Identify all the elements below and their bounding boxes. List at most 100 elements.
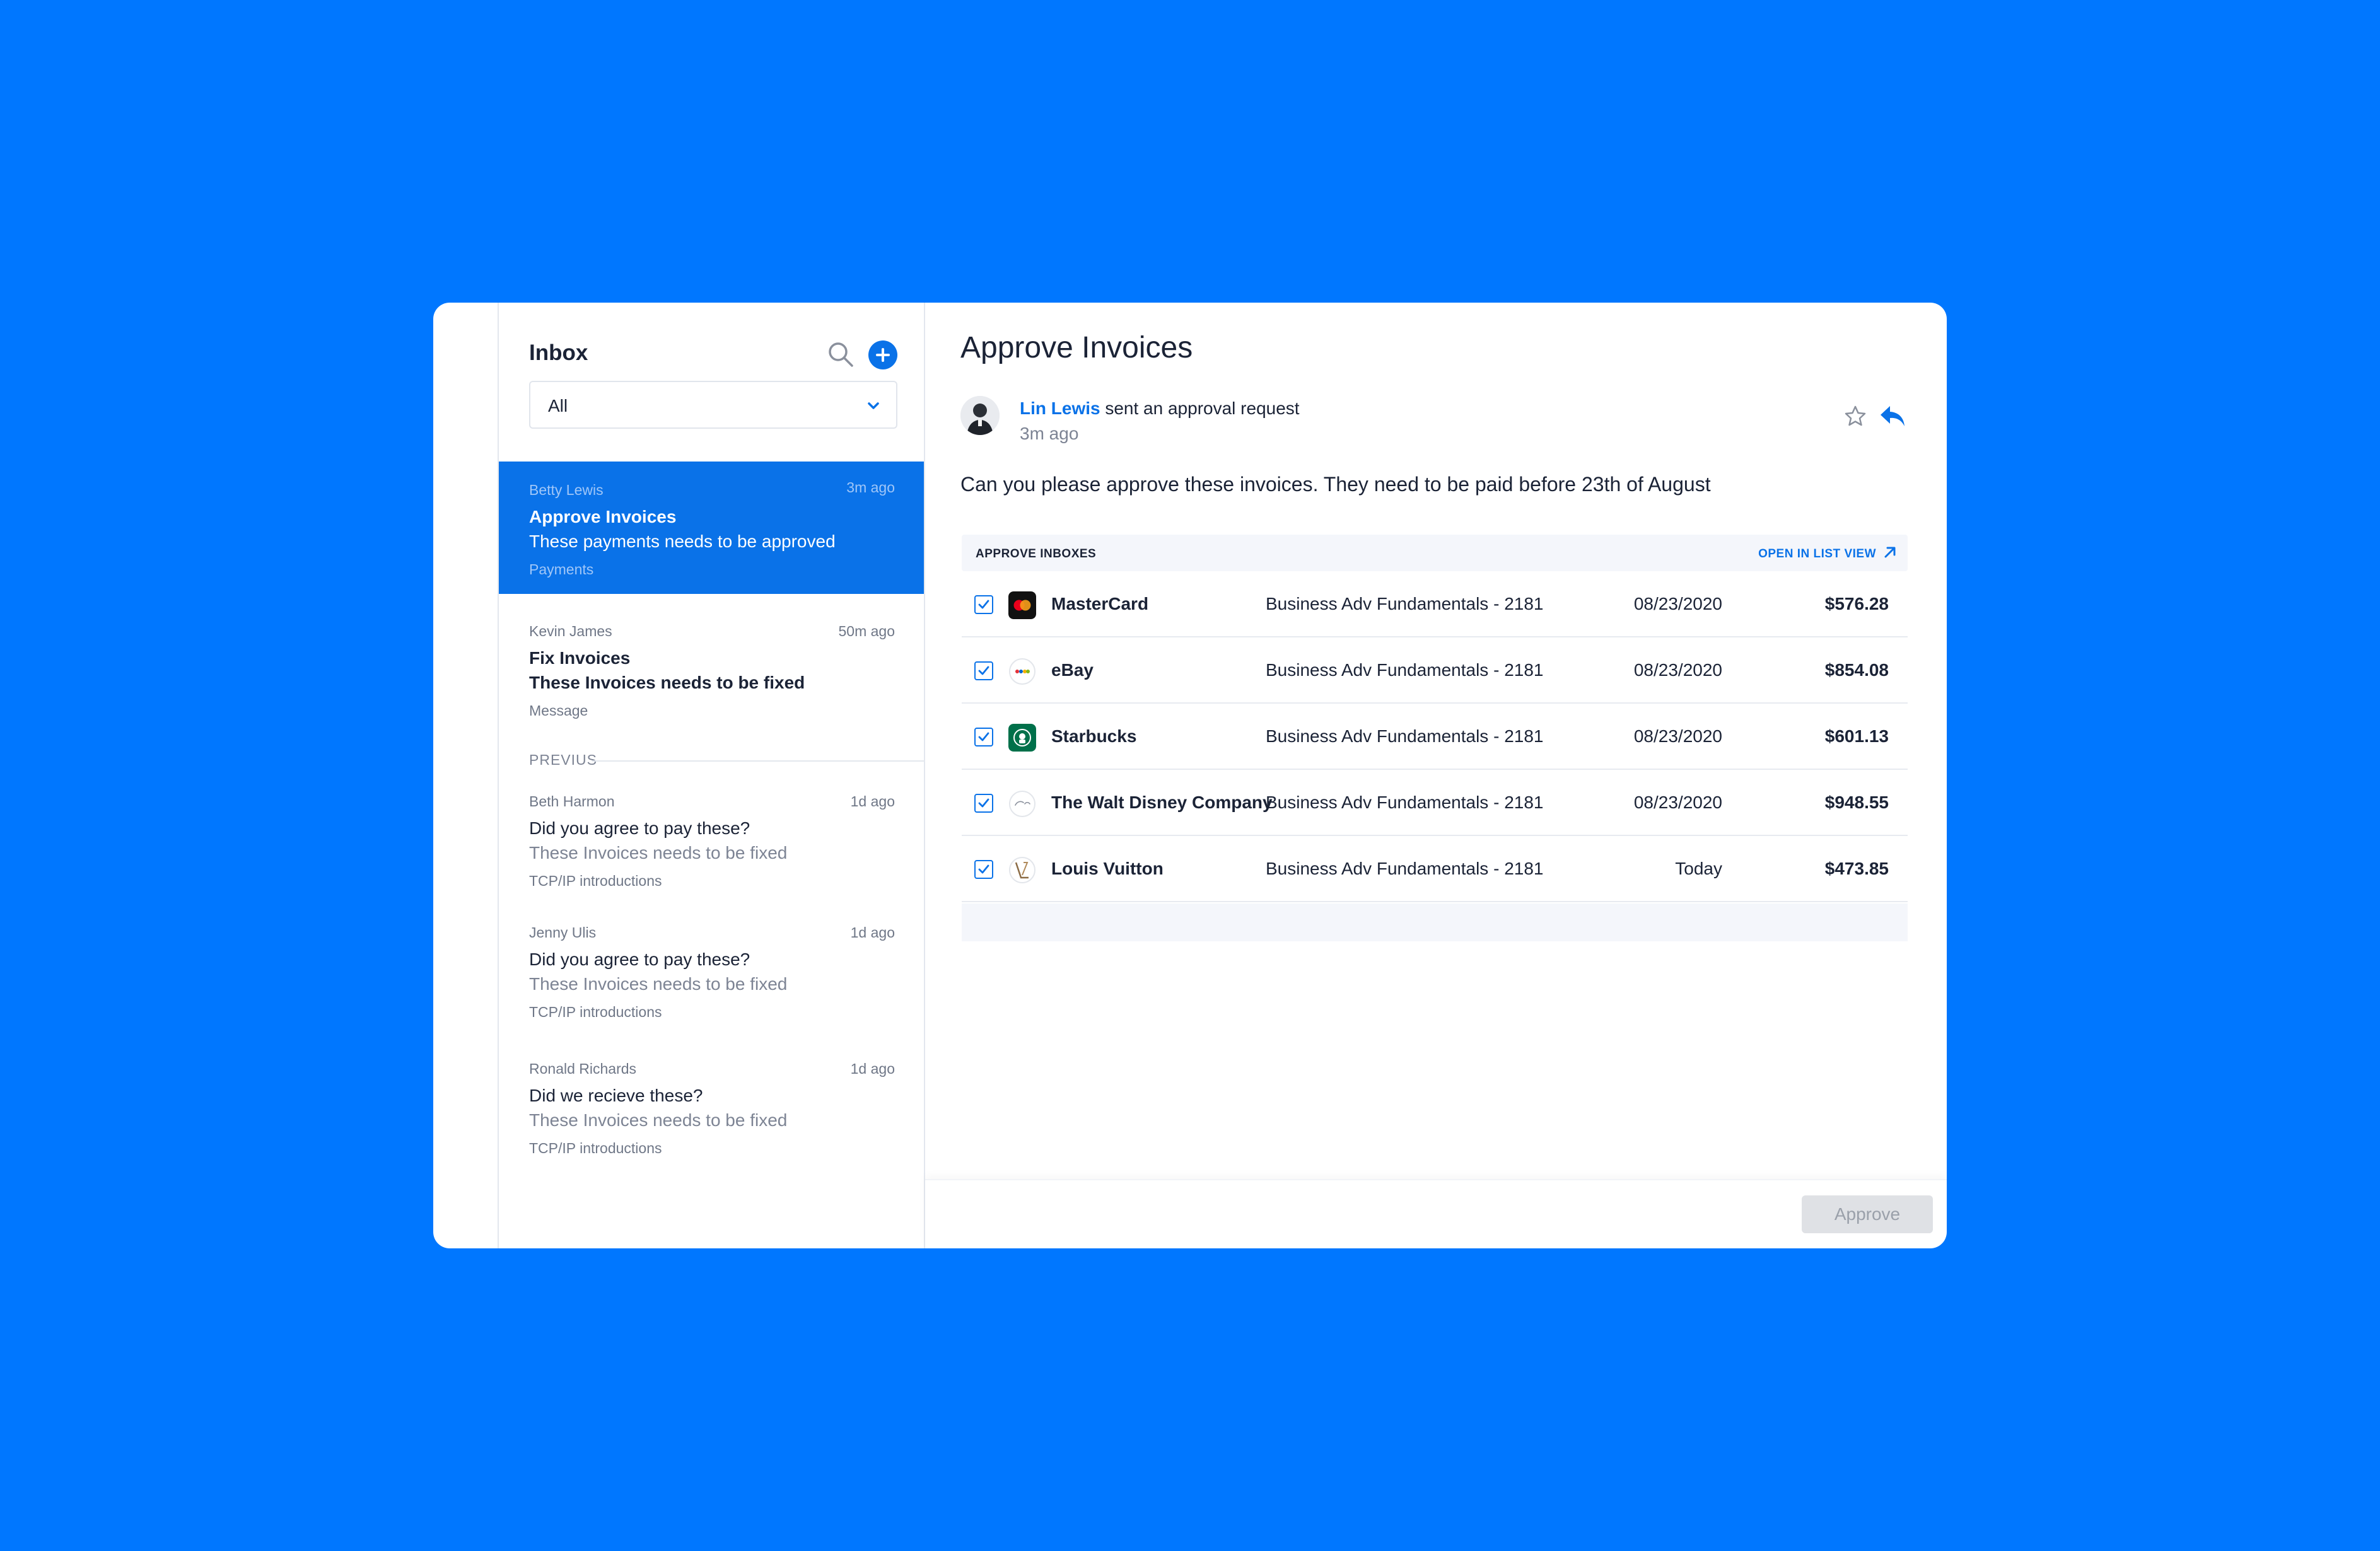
vendor-name: Starbucks [1051,726,1137,746]
message-item-jenny-ulis[interactable]: Jenny Ulis 1d ago Did you agree to pay t… [499,908,924,1044]
message-subject: Approve Invoices [529,507,677,526]
mastercard-logo-icon [1008,591,1036,619]
invoice-row-mastercard[interactable]: MasterCard Business Adv Fundamentals - 2… [962,571,1908,637]
invoices-table-title: APPROVE INBOXES [976,547,1097,561]
check-icon [978,600,989,609]
message-time: 50m ago [838,623,895,639]
message-item-beth-harmon[interactable]: Beth Harmon 1d ago Did you agree to pay … [499,777,924,908]
invoice-checkbox[interactable] [974,728,993,746]
avatar [960,396,1000,435]
sender-name-link[interactable]: Lin Lewis [1020,398,1100,418]
sender-action: sent an approval request [1100,398,1300,418]
vendor-name: eBay [1051,660,1094,680]
message-sender: Beth Harmon [529,793,615,810]
message-preview: These Invoices needs to be fixed [529,673,805,692]
message-tag: TCP/IP introductions [529,1140,662,1156]
invoice-amount: $948.55 [1824,793,1889,812]
invoice-checkbox[interactable] [974,860,993,879]
message-body: Can you please approve these invoices. T… [960,473,1711,496]
account-name: Business Adv Fundamentals - 2181 [1266,859,1544,878]
section-line [592,760,924,762]
section-label: PREVIUS [529,752,597,768]
message-subject: Fix Invoices [529,648,631,668]
message-subject: Did you agree to pay these? [529,818,750,838]
vendor-name: MasterCard [1051,594,1149,613]
message-time: 1d ago [850,924,895,941]
message-time: 1d ago [850,1060,895,1077]
check-icon [978,864,989,874]
app-window: Inbox All Betty Lewis 3m ago Approve Inv… [433,303,1947,1248]
invoice-row-walt-disney[interactable]: The Walt Disney Company Business Adv Fun… [962,770,1908,836]
account-name: Business Adv Fundamentals - 2181 [1266,594,1544,613]
invoice-date: Today [1675,859,1722,878]
approve-button[interactable]: Approve [1802,1195,1933,1233]
invoice-date: 08/23/2020 [1633,594,1722,613]
vendor-name: The Walt Disney Company [1051,793,1273,812]
invoice-checkbox[interactable] [974,595,993,614]
message-time: 1d ago [850,793,895,810]
message-preview: These Invoices needs to be fixed [529,843,788,863]
check-icon [978,732,989,741]
star-icon[interactable] [1844,405,1867,427]
previous-section-divider: PREVIUS [529,752,924,770]
vendor-name: Louis Vuitton [1051,859,1164,878]
message-sender: Jenny Ulis [529,924,597,941]
invoice-row-ebay[interactable]: eBay Business Adv Fundamentals - 2181 08… [962,637,1908,704]
chevron-down-icon [868,402,879,409]
message-sender: Kevin James [529,623,612,639]
invoice-amount: $576.28 [1824,594,1889,613]
arrow-up-right-icon[interactable] [1882,545,1898,560]
invoice-row-starbucks[interactable]: Starbucks Business Adv Fundamentals - 21… [962,704,1908,770]
message-item-betty-lewis[interactable]: Betty Lewis 3m ago Approve Invoices Thes… [499,462,924,594]
invoice-amount: $854.08 [1824,660,1889,680]
message-subject: Did you agree to pay these? [529,950,750,969]
detail-title: Approve Invoices [960,331,1193,364]
filter-select[interactable]: All [529,381,897,429]
person-avatar-icon [960,396,1000,435]
message-preview: These payments needs to be approved [529,532,836,551]
inbox-panel: Inbox All Betty Lewis 3m ago Approve Inv… [499,303,925,1248]
sent-time: 3m ago [1020,424,1079,443]
inbox-header: Inbox [529,335,897,373]
open-in-list-view-link[interactable]: OPEN IN LIST VIEW [1758,547,1876,561]
message-sender: Betty Lewis [529,482,604,498]
action-footer: Approve [925,1179,1947,1248]
invoice-checkbox[interactable] [974,794,993,813]
reply-icon[interactable] [1879,404,1906,429]
message-subject: Did we recieve these? [529,1086,703,1105]
message-detail: Approve Invoices Lin Lewis sent an appro… [925,303,1947,1248]
invoice-checkbox[interactable] [974,661,993,680]
invoice-amount: $601.13 [1824,726,1889,746]
invoice-amount: $473.85 [1824,859,1889,878]
invoice-date: 08/23/2020 [1633,793,1722,812]
message-preview: These Invoices needs to be fixed [529,974,788,994]
filter-value: All [548,396,568,415]
message-item-kevin-james[interactable]: Kevin James 50m ago Fix Invoices These I… [499,594,924,726]
invoice-row-louis-vuitton[interactable]: Louis Vuitton Business Adv Fundamentals … [962,836,1908,902]
check-icon [978,798,989,808]
invoices-table-header: APPROVE INBOXES OPEN IN LIST VIEW [962,535,1908,571]
message-tag: TCP/IP introductions [529,1004,662,1020]
invoice-date: 08/23/2020 [1633,660,1722,680]
account-name: Business Adv Fundamentals - 2181 [1266,793,1544,812]
message-preview: These Invoices needs to be fixed [529,1110,788,1130]
account-name: Business Adv Fundamentals - 2181 [1266,660,1544,680]
message-item-ronald-richards[interactable]: Ronald Richards 1d ago Did we recieve th… [499,1044,924,1180]
search-icon[interactable] [825,339,856,369]
invoices-table-footer [962,903,1908,941]
message-tag: TCP/IP introductions [529,873,662,889]
disney-logo-icon [1009,791,1035,817]
account-name: Business Adv Fundamentals - 2181 [1266,726,1544,746]
message-sender: Ronald Richards [529,1060,637,1077]
compose-add-icon[interactable] [868,340,897,369]
message-tag: Payments [529,561,594,578]
message-time: 3m ago [846,479,895,496]
ebay-logo-icon [1009,658,1035,685]
louis-vuitton-logo-icon [1009,857,1035,883]
starbucks-logo-icon [1008,724,1036,752]
sender-line: Lin Lewis sent an approval request [1020,398,1300,419]
inbox-title: Inbox [529,340,588,365]
message-tag: Message [529,702,588,719]
invoice-date: 08/23/2020 [1633,726,1722,746]
side-rail [433,303,499,1248]
